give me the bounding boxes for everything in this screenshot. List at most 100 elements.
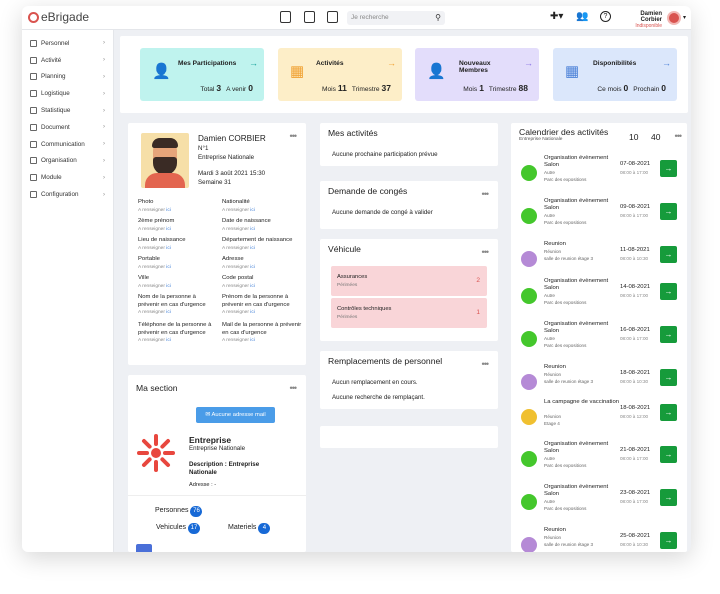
sidebar-item-statistique[interactable]: Statistique › (22, 102, 113, 119)
section-description: Description : Entreprise Nationale (189, 461, 260, 476)
calendar-event[interactable]: Reunion Réunion salle de reunion étage 3 18… (517, 364, 677, 404)
more-icon[interactable]: ••• (675, 131, 683, 141)
help-icon[interactable]: ? (600, 11, 611, 22)
event-time: 08:00 à 10:30 (620, 379, 649, 384)
edit-link[interactable]: ici (166, 284, 171, 289)
sidebar-item-module[interactable]: Module › (22, 169, 113, 186)
edit-link[interactable]: ici (166, 265, 171, 270)
event-type: Réunion (544, 372, 562, 377)
calendar-check-icon[interactable] (280, 11, 291, 23)
search-icon[interactable]: ⚲ (435, 13, 441, 22)
sidebar-item-planning[interactable]: Planning › (22, 69, 113, 86)
stat-card-participations[interactable]: 👤 Mes Participations → Total 3 A venir 0 (140, 48, 264, 101)
calendar-list-icon[interactable] (327, 11, 338, 23)
sidebar-item-logistique[interactable]: Logistique › (22, 85, 113, 102)
arrow-right-icon[interactable]: → (387, 58, 396, 68)
chevron-right-icon: › (103, 174, 105, 181)
arrow-right-icon[interactable]: → (660, 326, 677, 343)
calendar-sub: Entreprise Nationale (519, 137, 563, 142)
field-deuxieme-prenom: 2ème prénom A renseigner ici (138, 218, 175, 232)
search-input[interactable]: Je recherche ⚲ (347, 11, 445, 25)
item-sub: Périmées (337, 315, 358, 320)
sidebar-item-document[interactable]: Document › (22, 119, 113, 136)
arrow-right-icon[interactable]: → (660, 203, 677, 220)
more-icon[interactable]: ••• (290, 383, 298, 393)
arrow-right-icon[interactable]: → (660, 283, 677, 300)
event-dot (521, 251, 537, 267)
arrow-right-icon[interactable]: → (660, 532, 677, 549)
assurances-item[interactable]: Assurances Périmées 2 (331, 266, 487, 296)
edit-link[interactable]: ici (166, 208, 171, 213)
arrow-right-icon[interactable]: → (524, 58, 533, 68)
controles-techniques-item[interactable]: Contrôles techniques Périmées 1 (331, 298, 487, 328)
materiels-count[interactable]: Materiels 4 (228, 523, 271, 534)
event-time: 08:00 à 17:00 (620, 213, 649, 218)
more-icon[interactable]: ••• (482, 189, 490, 199)
edit-link[interactable]: ici (166, 246, 171, 251)
event-place: Parc des expositions (544, 506, 587, 511)
mail-button[interactable]: ✉ Aucune adresse mail (196, 407, 275, 423)
event-title: Reunion (544, 527, 566, 533)
item-label: Assurances (337, 274, 368, 280)
personnes-count[interactable]: Personnes 76 (155, 506, 203, 517)
arrow-right-icon[interactable]: → (660, 446, 677, 463)
edit-link[interactable]: ici (250, 284, 255, 289)
arrow-right-icon[interactable]: → (662, 58, 671, 68)
calendar-event[interactable]: Organisation évènement Salon Autre Parc de… (517, 198, 677, 238)
arrow-right-icon[interactable]: → (660, 369, 677, 386)
calendar-event[interactable]: Organisation évènement Salon Autre Parc de… (517, 321, 677, 361)
arrow-right-icon[interactable]: → (249, 58, 258, 68)
calendar-event[interactable]: Reunion Réunion salle de reunion étage 3 25… (517, 527, 677, 552)
edit-link[interactable]: ici (250, 246, 255, 251)
edit-link[interactable]: ici (166, 310, 171, 315)
more-icon[interactable]: ••• (290, 131, 298, 141)
event-date: 21-08-2021 (620, 447, 651, 453)
calendar-icon[interactable] (304, 11, 315, 23)
chevron-right-icon: › (103, 157, 105, 164)
stat-value: 1 (479, 83, 484, 93)
arrow-right-icon[interactable]: → (660, 160, 677, 177)
stat-card-disponibilites[interactable]: ▦ Disponibilités → Ce mois 0 Prochain 0 (553, 48, 677, 101)
event-title: Organisation évènement Salon (544, 484, 609, 497)
more-icon[interactable]: ••• (482, 359, 490, 369)
stat-card-nouveaux-membres[interactable]: 👤 Nouveaux Membres → Mois 1 Trimestre 88 (415, 48, 539, 101)
sidebar-item-personnel[interactable]: Personnel › (22, 35, 113, 52)
event-dot (521, 331, 537, 347)
calendar-card: Calendrier des activités Entreprise Nati… (511, 123, 687, 552)
arrow-right-icon[interactable]: → (660, 246, 677, 263)
more-icon[interactable]: ••• (482, 247, 490, 257)
sidebar-item-label: Organisation (41, 157, 77, 165)
edit-link[interactable]: ici (250, 310, 255, 315)
event-type: Autre (544, 456, 555, 461)
sidebar-item-configuration[interactable]: Configuration › (22, 186, 113, 203)
edit-link[interactable]: ici (250, 265, 255, 270)
sidebar-item-activite[interactable]: Activité › (22, 52, 113, 69)
user-menu[interactable]: Damien Corbier Indisponible (620, 11, 662, 29)
add-icon[interactable]: ✚▾ (550, 11, 563, 22)
edit-link[interactable]: ici (166, 227, 171, 232)
calendar-event[interactable]: Organisation évènement Salon Autre Parc de… (517, 484, 677, 524)
arrow-right-icon[interactable]: → (660, 404, 677, 421)
edit-link[interactable]: ici (250, 208, 255, 213)
edit-link[interactable]: ici (166, 338, 171, 343)
chevron-down-icon[interactable]: ▾ (683, 14, 686, 21)
sidebar-item-label: Document (41, 123, 70, 131)
calendar-event[interactable]: Organisation évènement Salon Autre Parc de… (517, 441, 677, 481)
users-icon[interactable]: 👥 (576, 11, 588, 22)
calendar-event[interactable]: Reunion Réunion salle de reunion étage 3 11… (517, 241, 677, 281)
sidebar-item-communication[interactable]: Communication › (22, 136, 113, 153)
expand-button[interactable] (136, 544, 152, 552)
vehicules-count[interactable]: Vehicules 17 (156, 523, 200, 534)
edit-link[interactable]: ici (250, 227, 255, 232)
arrow-right-icon[interactable]: → (660, 489, 677, 506)
field-lieu-naissance: Lieu de naissance A renseigner ici (138, 237, 186, 251)
edit-link[interactable]: ici (250, 338, 255, 343)
stat-card-activites[interactable]: ▦ Activités → Mois 11 Trimestre 37 (278, 48, 402, 101)
app-logo[interactable]: eBrigade (28, 10, 89, 24)
calendar-event[interactable]: Organisation évènement Salon Autre Parc de… (517, 278, 677, 318)
chevron-right-icon: › (103, 57, 105, 64)
sidebar-item-organisation[interactable]: Organisation › (22, 153, 113, 170)
avatar[interactable] (667, 11, 681, 25)
calendar-event[interactable]: La campagne de vaccination Réunion Etage 4… (517, 399, 677, 439)
calendar-event[interactable]: Organisation évènement Salon Autre Parc de… (517, 155, 677, 195)
